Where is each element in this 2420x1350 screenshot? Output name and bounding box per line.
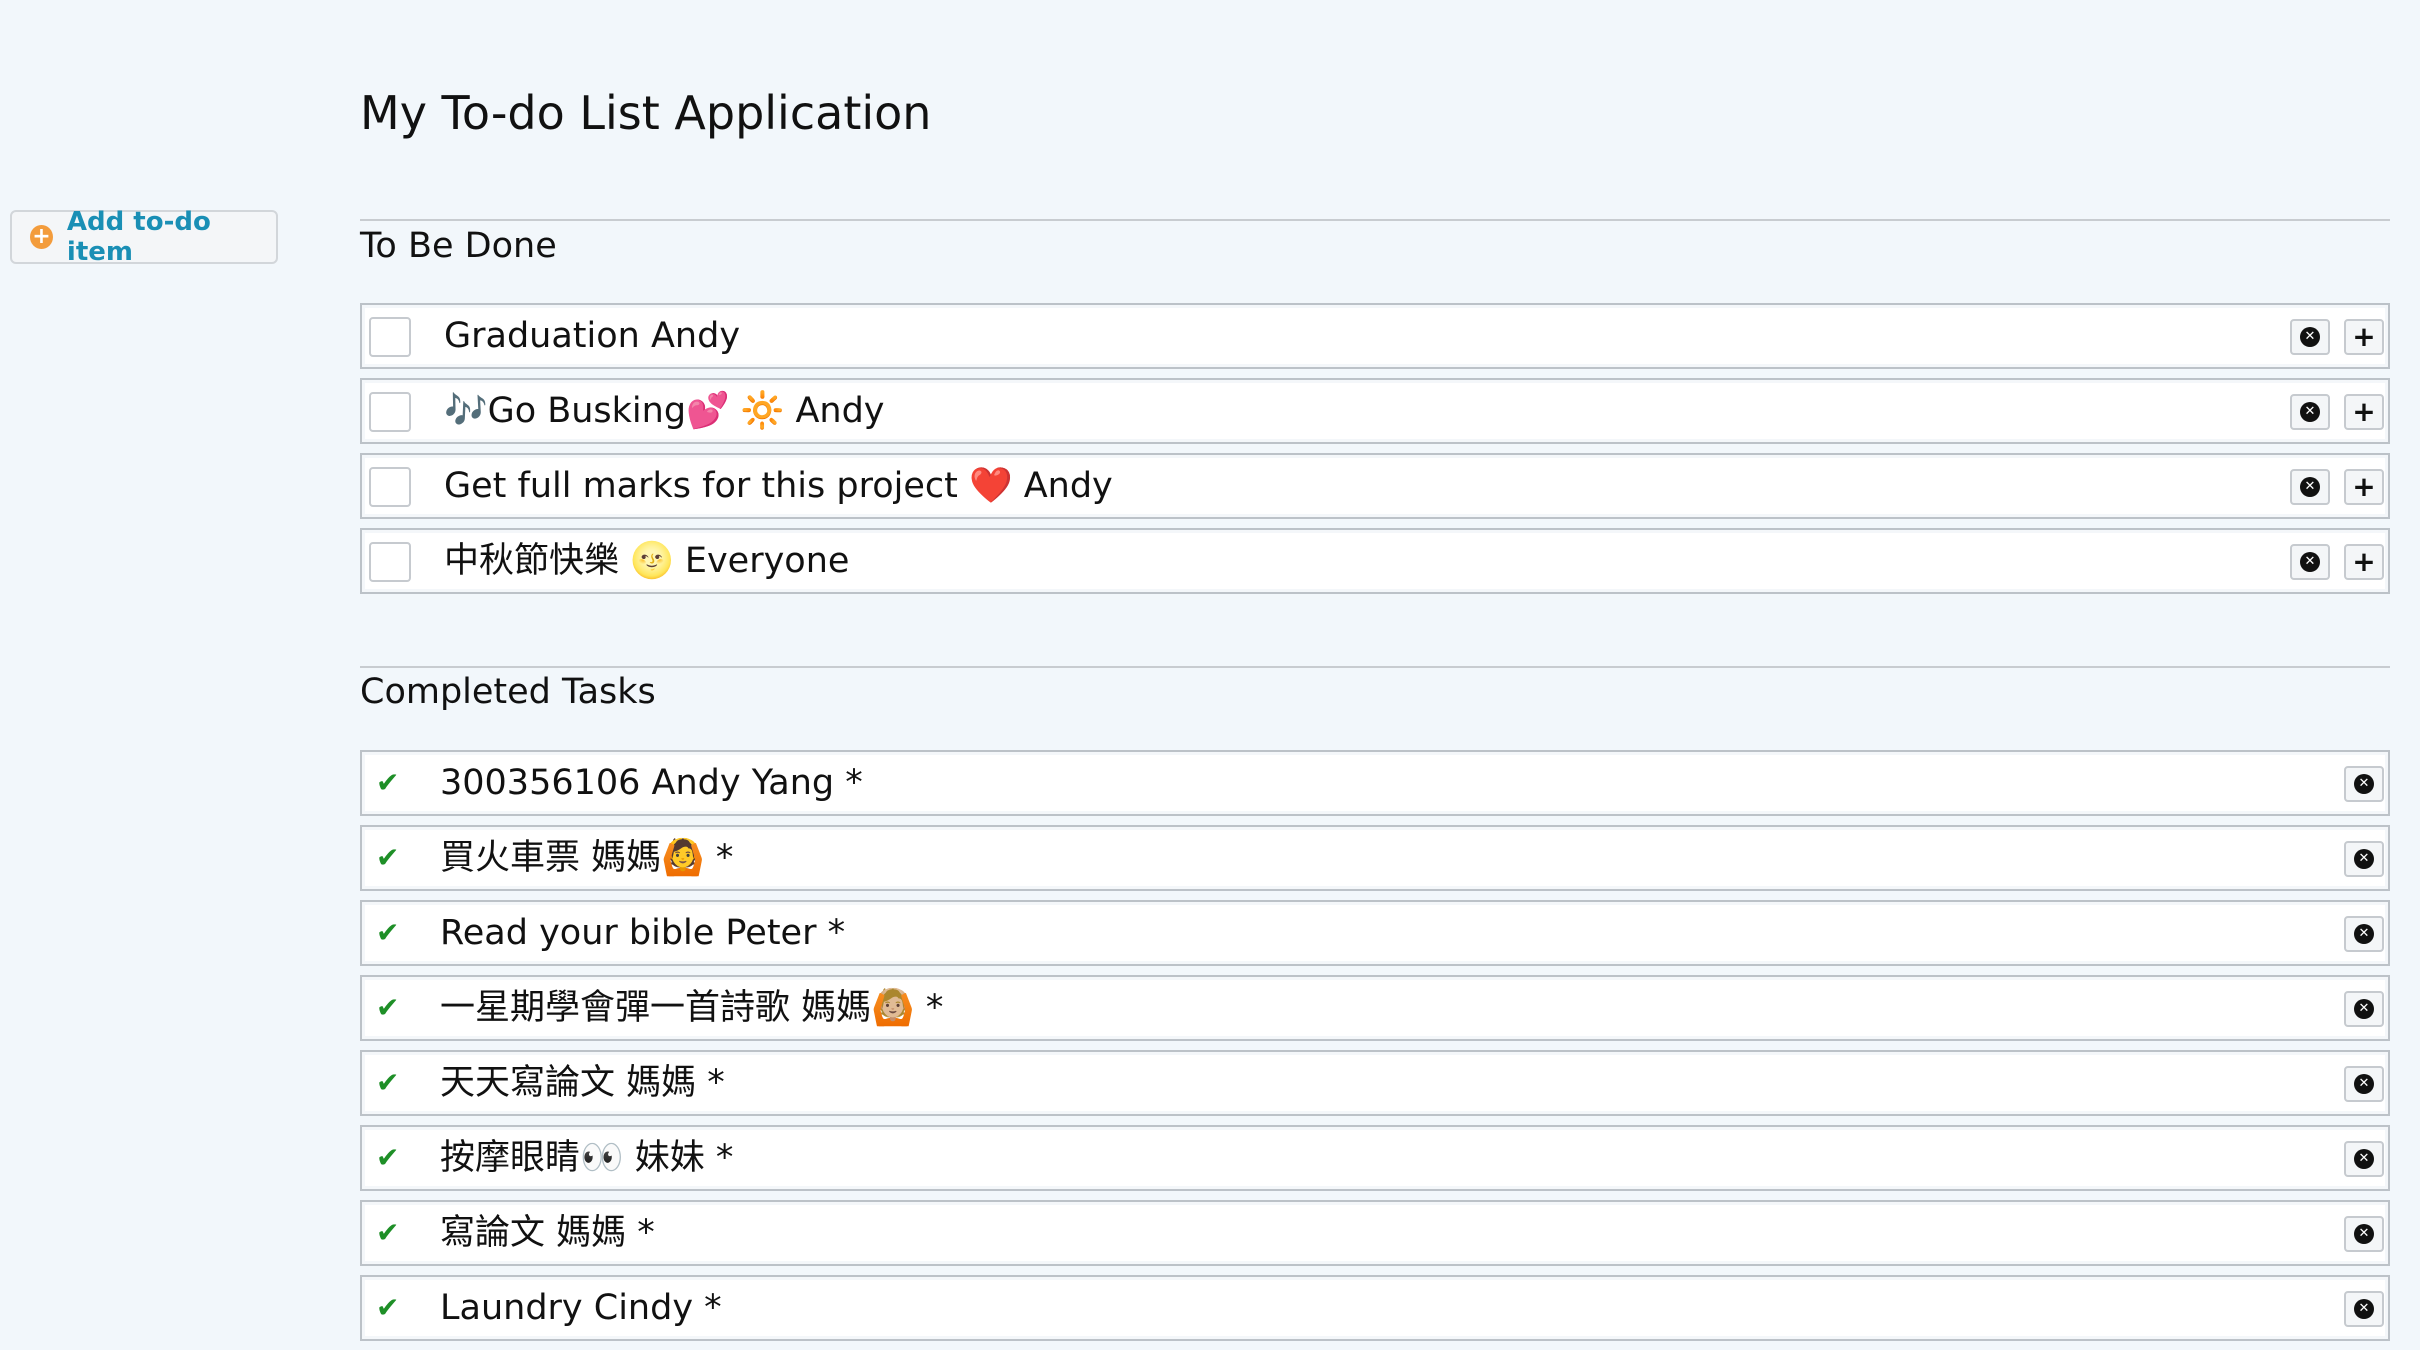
plus-icon: + xyxy=(2352,545,2376,578)
checkmark-icon: ✔ xyxy=(376,916,400,949)
delete-button[interactable]: ✕ xyxy=(2290,319,2330,355)
completed-item: ✔ Read your bible Peter * ✕ xyxy=(360,900,2390,966)
plus-icon: + xyxy=(2352,470,2376,503)
completed-item-text: 按摩眼睛👀 妹妹 * xyxy=(440,1138,734,1178)
close-circle-icon: ✕ xyxy=(2300,402,2320,422)
completed-item-text: Read your bible Peter * xyxy=(440,913,846,953)
delete-button[interactable]: ✕ xyxy=(2344,1216,2384,1252)
delete-button[interactable]: ✕ xyxy=(2344,916,2384,952)
completed-item-text: 天天寫論文 媽媽 * xyxy=(440,1063,725,1103)
delete-button[interactable]: ✕ xyxy=(2290,394,2330,430)
sidebar: + Add to-do item xyxy=(0,0,300,1326)
close-circle-icon: ✕ xyxy=(2354,1074,2374,1094)
delete-button[interactable]: ✕ xyxy=(2344,841,2384,877)
add-subtask-button[interactable]: + xyxy=(2344,544,2384,580)
completed-item-text: 300356106 Andy Yang * xyxy=(440,763,863,803)
delete-button[interactable]: ✕ xyxy=(2290,469,2330,505)
section-divider xyxy=(360,666,2390,668)
checkmark-icon: ✔ xyxy=(376,991,400,1024)
plus-icon: + xyxy=(2352,395,2376,428)
todo-section-title: To Be Done xyxy=(360,226,557,266)
todo-list: Graduation Andy ✕ + 🎶Go Busking💕 🔆 Andy … xyxy=(360,303,2390,603)
completed-item-text: 一星期學會彈一首詩歌 媽媽🙆🏼 * xyxy=(440,988,944,1028)
completed-item: ✔ Laundry Cindy * ✕ xyxy=(360,1275,2390,1341)
add-todo-label: Add to-do item xyxy=(66,207,211,267)
todo-item: Graduation Andy ✕ + xyxy=(360,303,2390,369)
plus-icon: + xyxy=(2352,320,2376,353)
completed-item: ✔ 買火車票 媽媽🙆 * ✕ xyxy=(360,825,2390,891)
todo-item-text: Graduation Andy xyxy=(444,316,741,356)
close-circle-icon: ✕ xyxy=(2354,1224,2374,1244)
close-circle-icon: ✕ xyxy=(2354,999,2374,1019)
checkmark-icon: ✔ xyxy=(376,1141,400,1174)
todo-item-text: 🎶Go Busking💕 🔆 Andy xyxy=(444,391,885,431)
delete-button[interactable]: ✕ xyxy=(2290,544,2330,580)
delete-button[interactable]: ✕ xyxy=(2344,1141,2384,1177)
completed-item: ✔ 300356106 Andy Yang * ✕ xyxy=(360,750,2390,816)
add-subtask-button[interactable]: + xyxy=(2344,469,2384,505)
close-circle-icon: ✕ xyxy=(2300,552,2320,572)
close-circle-icon: ✕ xyxy=(2354,774,2374,794)
completed-list: ✔ 300356106 Andy Yang * ✕ ✔ 買火車票 媽媽🙆 * ✕… xyxy=(360,750,2390,1350)
delete-button[interactable]: ✕ xyxy=(2344,991,2384,1027)
todo-item: 中秋節快樂 🌝 Everyone ✕ + xyxy=(360,528,2390,594)
close-circle-icon: ✕ xyxy=(2300,327,2320,347)
completed-item-text: Laundry Cindy * xyxy=(440,1288,722,1328)
completed-item: ✔ 按摩眼睛👀 妹妹 * ✕ xyxy=(360,1125,2390,1191)
completed-item: ✔ 一星期學會彈一首詩歌 媽媽🙆🏼 * ✕ xyxy=(360,975,2390,1041)
add-subtask-button[interactable]: + xyxy=(2344,319,2384,355)
close-circle-icon: ✕ xyxy=(2354,1149,2374,1169)
add-subtask-button[interactable]: + xyxy=(2344,394,2384,430)
close-circle-icon: ✕ xyxy=(2300,477,2320,497)
todo-item: 🎶Go Busking💕 🔆 Andy ✕ + xyxy=(360,378,2390,444)
close-circle-icon: ✕ xyxy=(2354,924,2374,944)
page-title: My To-do List Application xyxy=(360,86,932,140)
close-circle-icon: ✕ xyxy=(2354,1299,2374,1319)
section-divider xyxy=(360,219,2390,221)
checkmark-icon: ✔ xyxy=(376,841,400,874)
delete-button[interactable]: ✕ xyxy=(2344,1291,2384,1327)
checkmark-icon: ✔ xyxy=(376,1216,400,1249)
checkmark-icon: ✔ xyxy=(376,766,400,799)
completed-item: ✔ 天天寫論文 媽媽 * ✕ xyxy=(360,1050,2390,1116)
todo-checkbox[interactable] xyxy=(369,467,411,507)
add-todo-button[interactable]: + Add to-do item xyxy=(10,207,278,267)
completed-section-title: Completed Tasks xyxy=(360,672,656,712)
checkmark-icon: ✔ xyxy=(376,1066,400,1099)
checkmark-icon: ✔ xyxy=(376,1291,400,1324)
completed-item-text: 買火車票 媽媽🙆 * xyxy=(440,838,734,878)
delete-button[interactable]: ✕ xyxy=(2344,1066,2384,1102)
completed-item-text: 寫論文 媽媽 * xyxy=(440,1213,655,1253)
completed-item: ✔ 寫論文 媽媽 * ✕ xyxy=(360,1200,2390,1266)
plus-circle-icon: + xyxy=(30,225,53,249)
delete-button[interactable]: ✕ xyxy=(2344,766,2384,802)
todo-checkbox[interactable] xyxy=(369,392,411,432)
todo-item-text: Get full marks for this project ❤️ Andy xyxy=(444,466,1113,506)
todo-checkbox[interactable] xyxy=(369,542,411,582)
todo-checkbox[interactable] xyxy=(369,317,411,357)
close-circle-icon: ✕ xyxy=(2354,849,2374,869)
todo-item: Get full marks for this project ❤️ Andy … xyxy=(360,453,2390,519)
todo-item-text: 中秋節快樂 🌝 Everyone xyxy=(444,541,850,581)
